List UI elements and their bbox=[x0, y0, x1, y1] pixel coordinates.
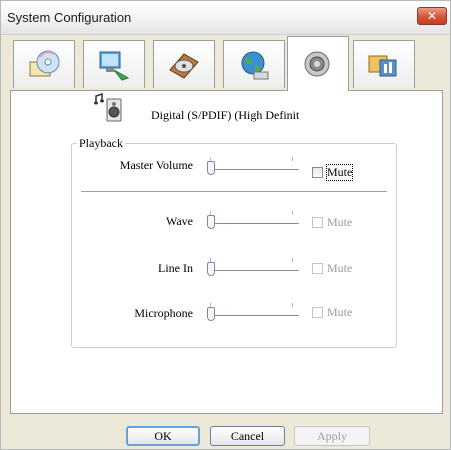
line-in-label: Line In bbox=[158, 261, 193, 275]
system-configuration-window: System Configuration ✕ Digital (S/PDIF) … bbox=[0, 0, 451, 450]
checkbox-box[interactable] bbox=[312, 166, 323, 178]
wave-slider[interactable] bbox=[207, 211, 299, 233]
slider-thumb[interactable] bbox=[207, 215, 215, 229]
checkbox-box[interactable] bbox=[312, 306, 323, 318]
slider-thumb[interactable] bbox=[207, 262, 215, 276]
master-volume-label: Master Volume bbox=[119, 158, 193, 172]
mute-label: Mute bbox=[325, 163, 354, 181]
ok-button[interactable]: OK bbox=[126, 426, 200, 446]
slider-track bbox=[207, 223, 299, 225]
close-icon: ✕ bbox=[426, 9, 438, 23]
microphone-mute-checkbox[interactable]: Mute bbox=[312, 305, 352, 319]
checkbox-box[interactable] bbox=[312, 216, 323, 228]
slider-thumb[interactable] bbox=[207, 161, 215, 175]
line-in-slider[interactable] bbox=[207, 258, 299, 280]
apply-button[interactable]: Apply bbox=[294, 426, 370, 446]
wave-mute-checkbox[interactable]: Mute bbox=[312, 215, 352, 229]
microphone-slider[interactable] bbox=[207, 303, 299, 325]
title-bar[interactable]: System Configuration ✕ bbox=[1, 1, 450, 35]
mute-label: Mute bbox=[327, 214, 353, 229]
master-volume-mute-checkbox[interactable]: Mute bbox=[312, 163, 354, 181]
divider bbox=[81, 191, 387, 192]
slider-thumb[interactable] bbox=[207, 307, 215, 321]
slider-track bbox=[207, 169, 299, 171]
window-title: System Configuration bbox=[7, 10, 132, 25]
tab-display[interactable] bbox=[83, 40, 145, 88]
monitor-speaker-icon bbox=[99, 51, 130, 81]
audio-device-icon bbox=[94, 93, 122, 122]
wave-label: Wave bbox=[165, 214, 193, 228]
tab-network[interactable] bbox=[223, 40, 285, 88]
hard-disk-icon bbox=[169, 52, 199, 79]
slider-tick bbox=[292, 157, 293, 161]
close-button[interactable]: ✕ bbox=[417, 7, 447, 25]
cd-icon bbox=[29, 50, 60, 76]
line-in-mute-checkbox[interactable]: Mute bbox=[312, 261, 352, 275]
slider-tick bbox=[292, 211, 293, 215]
tab-storage[interactable] bbox=[153, 40, 215, 88]
tools-icon bbox=[368, 55, 397, 76]
cancel-button[interactable]: Cancel bbox=[210, 426, 285, 446]
device-name: Digital (S/PDIF) (High Definit bbox=[151, 108, 300, 122]
speaker-icon bbox=[304, 51, 330, 77]
slider-tick bbox=[292, 258, 293, 262]
microphone-label: Microphone bbox=[134, 306, 193, 320]
slider-track bbox=[207, 315, 299, 317]
slider-track bbox=[207, 270, 299, 272]
mute-label: Mute bbox=[327, 260, 353, 275]
tab-audio[interactable] bbox=[287, 36, 349, 91]
master-volume-slider[interactable] bbox=[207, 157, 299, 179]
slider-tick bbox=[292, 303, 293, 307]
mute-label: Mute bbox=[327, 304, 353, 319]
playback-group-label: Playback bbox=[77, 136, 125, 151]
tab-tools[interactable] bbox=[353, 40, 415, 88]
globe-icon bbox=[241, 51, 269, 79]
checkbox-box[interactable] bbox=[312, 262, 323, 274]
tab-cd[interactable] bbox=[13, 40, 75, 88]
